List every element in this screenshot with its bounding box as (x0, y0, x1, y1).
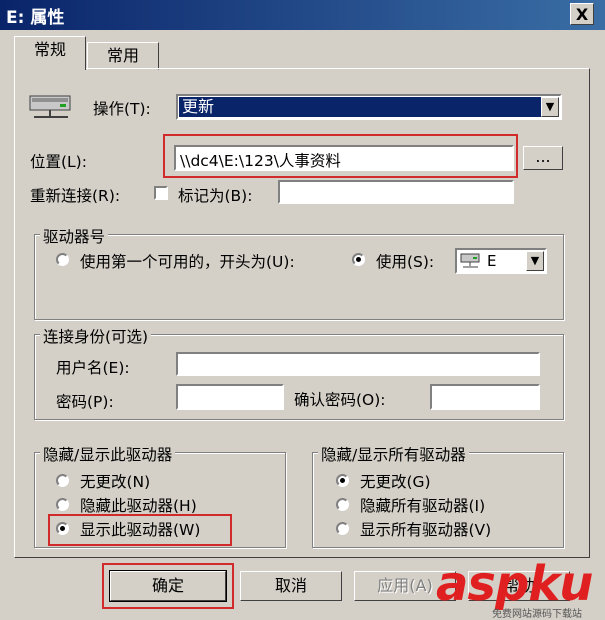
hide-show-all-title: 隐藏/显示所有驱动器 (318, 443, 469, 465)
aspku-watermark-sub: 免费网站源码下载站 (492, 609, 582, 620)
reconnect-checkbox[interactable] (154, 186, 168, 200)
chevron-down-icon[interactable]: ▼ (526, 251, 544, 271)
radio-use[interactable] (352, 253, 365, 266)
radio-first-available[interactable] (56, 253, 69, 266)
tag-label: 标记为(B): (178, 187, 253, 205)
drive-letter-title: 驱动器号 (40, 225, 109, 247)
drive-icon (460, 253, 480, 268)
all-no-change-label: 无更改(G) (360, 473, 431, 491)
username-input[interactable] (176, 352, 540, 376)
password-input[interactable] (176, 384, 284, 410)
action-combo[interactable]: 更新 ▼ (176, 94, 562, 120)
radio-hide-this[interactable] (56, 498, 69, 511)
ok-button[interactable]: 确定 (109, 570, 227, 602)
confirm-password-input[interactable] (430, 384, 540, 410)
network-drive-icon (28, 92, 76, 122)
radio-all-no-change[interactable] (336, 474, 349, 487)
this-no-change-label: 无更改(N) (80, 473, 151, 491)
show-all-label: 显示所有驱动器(V) (360, 521, 492, 539)
password-label: 密码(P): (56, 393, 114, 411)
confirm-password-label: 确认密码(O): (294, 391, 386, 409)
cancel-button[interactable]: 取消 (240, 571, 342, 601)
tag-input[interactable] (278, 180, 514, 204)
drive-letter-value: E (487, 252, 497, 270)
drive-letter-group (34, 234, 564, 320)
reconnect-label: 重新连接(R): (30, 187, 121, 205)
highlight-box-show-drive (48, 514, 232, 546)
highlight-box-location (163, 134, 518, 178)
hide-all-label: 隐藏所有驱动器(I) (360, 497, 486, 515)
hide-this-label: 隐藏此驱动器(H) (80, 497, 197, 515)
location-label: 位置(L): (30, 153, 87, 171)
radio-hide-all[interactable] (336, 498, 349, 511)
action-label: 操作(T): (93, 100, 151, 118)
action-value: 更新 (179, 97, 544, 117)
radio-show-all[interactable] (336, 522, 349, 535)
aspku-watermark-logo: aspku (436, 556, 593, 612)
first-available-label: 使用第一个可用的，开头为(U): (80, 253, 295, 271)
connect-as-title: 连接身份(可选) (40, 325, 152, 347)
username-label: 用户名(E): (56, 359, 130, 377)
drive-letter-combo[interactable]: E ▼ (455, 248, 547, 274)
hide-show-this-title: 隐藏/显示此驱动器 (40, 443, 176, 465)
chevron-down-icon[interactable]: ▼ (541, 97, 559, 117)
radio-this-no-change[interactable] (56, 474, 69, 487)
use-label: 使用(S): (376, 253, 435, 271)
browse-button[interactable]: ... (523, 146, 563, 170)
